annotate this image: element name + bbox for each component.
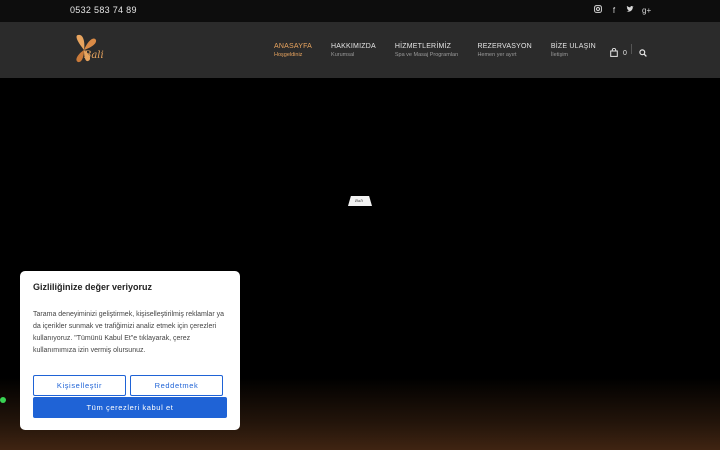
nav-item-hizmetlerimiz[interactable]: HİZMETLERİMİZ Spa ve Masaj Programları	[395, 42, 459, 60]
cookie-description: Tarama deneyiminizi geliştirmek, kişisel…	[33, 311, 224, 354]
main-nav: ANASAYFA Hoşgeldiniz HAKKIMIZDA Kurumsal…	[274, 42, 615, 60]
customize-button[interactable]: Kişiselleştir	[33, 375, 126, 396]
accept-all-button[interactable]: Tüm çerezleri kabul et	[33, 397, 227, 418]
search-icon[interactable]	[639, 44, 647, 62]
site-header: Bali ANASAYFA Hoşgeldiniz HAKKIMIZDA Kur…	[0, 22, 720, 78]
nav-item-sublabel: Spa ve Masaj Programları	[394, 52, 459, 58]
nav-item-sublabel: Kurumsal	[331, 52, 355, 58]
nav-item-label: REZERVASYON	[477, 43, 532, 50]
cookie-consent-dialog: Gizliliğinize değer veriyoruz Tarama den…	[20, 271, 240, 430]
header-divider	[631, 44, 632, 54]
social-links: f g+	[594, 5, 651, 16]
nav-item-sublabel: Hoşgeldiniz	[274, 52, 303, 58]
cookie-title: Gizliliğinize değer veriyoruz	[33, 282, 153, 292]
nav-item-sublabel: İletişim	[550, 52, 569, 58]
google-plus-icon[interactable]: g+	[642, 5, 651, 16]
instagram-icon[interactable]	[594, 5, 602, 16]
facebook-icon[interactable]: f	[610, 5, 618, 16]
nav-item-label: ANASAYFA	[274, 43, 313, 50]
nav-item-hakkimizda[interactable]: HAKKIMIZDA Kurumsal	[331, 42, 376, 60]
cart-button[interactable]: 0	[610, 44, 627, 62]
nav-item-rezervasyon[interactable]: REZERVASYON Hemen yer ayırt	[477, 42, 531, 60]
twitter-icon[interactable]	[626, 5, 634, 16]
nav-item-bize-ulasin[interactable]: BİZE ULAŞIN İletişim	[551, 42, 596, 60]
logo-text: Bali	[84, 50, 104, 61]
nav-item-label: HAKKIMIZDA	[331, 43, 376, 50]
shopping-bag-icon	[610, 44, 618, 62]
phone-number[interactable]: 0532 583 74 89	[70, 5, 137, 15]
status-indicator-dot[interactable]	[0, 397, 6, 403]
nav-item-sublabel: Hemen yer ayırt	[477, 52, 517, 58]
nav-item-anasayfa[interactable]: ANASAYFA Hoşgeldiniz	[274, 42, 312, 60]
top-bar: 0532 583 74 89 f g+	[0, 0, 720, 22]
reject-button[interactable]: Reddetmek	[130, 375, 223, 396]
nav-item-label: HİZMETLERİMİZ	[394, 43, 452, 50]
nav-item-label: BİZE ULAŞIN	[550, 43, 596, 50]
cart-count: 0	[623, 49, 627, 57]
loading-logo-text: Bali	[355, 198, 363, 203]
logo[interactable]: Bali	[70, 32, 126, 68]
